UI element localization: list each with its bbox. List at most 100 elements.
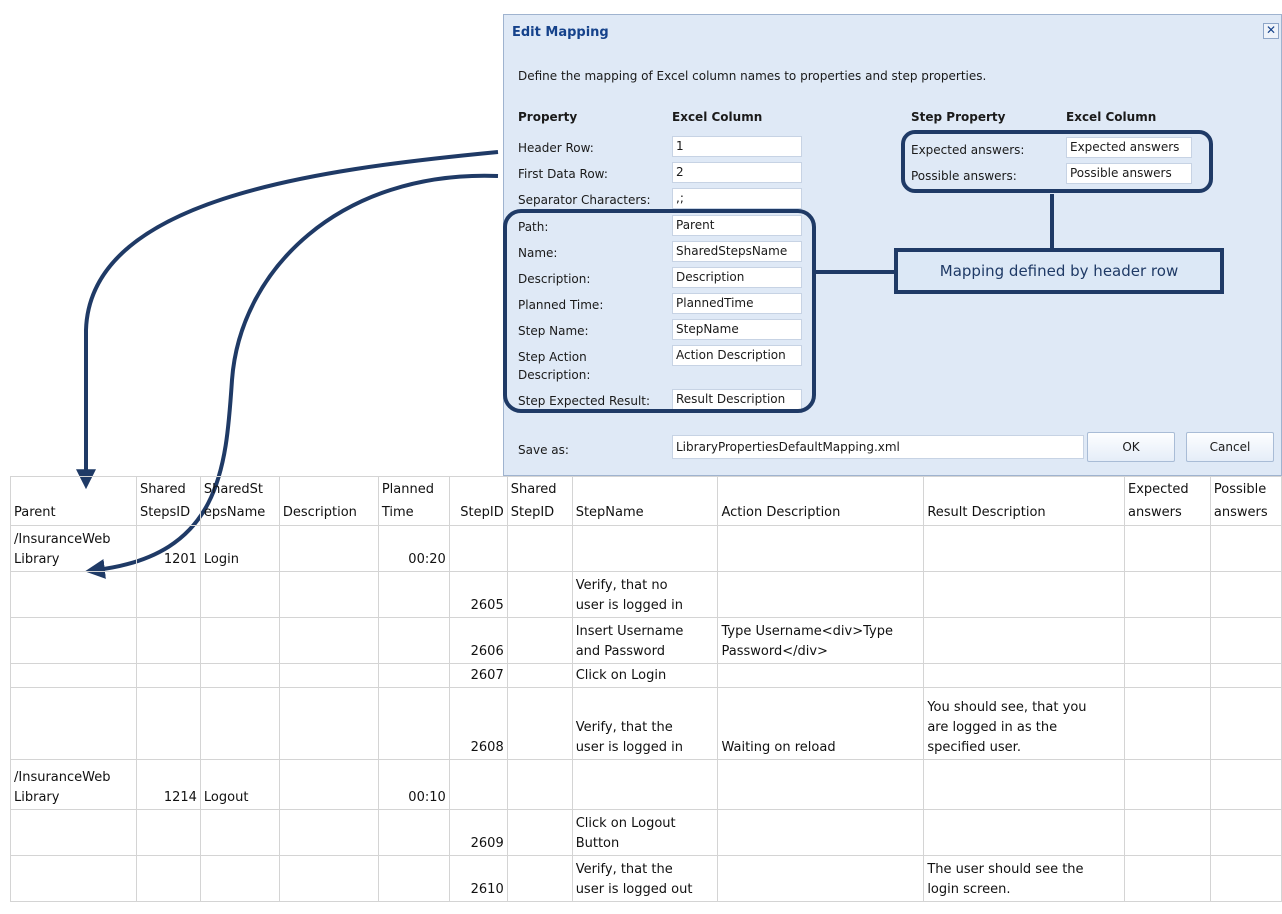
table-cell[interactable]: Type Username<div>Type Password</div> <box>717 617 925 664</box>
table-cell[interactable] <box>1123 571 1211 618</box>
table-cell[interactable]: Verify, that the user is logged in <box>571 687 719 760</box>
table-cell[interactable]: 00:10 <box>377 759 450 810</box>
table-cell[interactable] <box>377 687 450 760</box>
table-cell[interactable] <box>1123 617 1211 664</box>
table-cell[interactable]: /InsuranceWeb Library <box>10 759 137 810</box>
table-cell[interactable] <box>1209 571 1282 618</box>
table-cell[interactable] <box>571 525 719 572</box>
table-cell[interactable]: Verify, that no user is logged in <box>571 571 719 618</box>
table-cell[interactable]: 00:20 <box>377 525 450 572</box>
table-cell[interactable] <box>278 663 379 688</box>
table-cell[interactable] <box>278 687 379 760</box>
table-cell[interactable] <box>717 525 925 572</box>
sheet-header-row: Parent Shared StepsID SharedSt epsName D… <box>10 476 1282 526</box>
table-cell[interactable] <box>1123 687 1211 760</box>
table-cell[interactable] <box>199 855 280 902</box>
table-cell[interactable] <box>717 571 925 618</box>
table-cell[interactable] <box>923 809 1125 856</box>
table-cell[interactable] <box>10 809 137 856</box>
table-cell[interactable] <box>506 809 573 856</box>
excel-sheet: Parent Shared StepsID SharedSt epsName D… <box>10 476 1282 902</box>
table-cell[interactable] <box>278 809 379 856</box>
table-cell[interactable]: Login <box>199 525 280 572</box>
table-cell[interactable]: 2608 <box>448 687 508 760</box>
table-cell[interactable] <box>199 663 280 688</box>
table-cell[interactable] <box>923 525 1125 572</box>
table-cell[interactable]: Verify, that the user is logged out <box>571 855 719 902</box>
table-cell[interactable] <box>135 571 201 618</box>
header-shared-steps-name: SharedSt epsName <box>199 476 280 526</box>
table-cell[interactable] <box>1209 687 1282 760</box>
table-cell[interactable] <box>10 571 137 618</box>
table-cell[interactable] <box>199 809 280 856</box>
table-cell[interactable] <box>506 571 573 618</box>
table-cell[interactable] <box>199 687 280 760</box>
table-cell[interactable] <box>377 617 450 664</box>
table-cell[interactable]: 2610 <box>448 855 508 902</box>
table-cell[interactable] <box>1123 809 1211 856</box>
table-cell[interactable]: Logout <box>199 759 280 810</box>
table-cell[interactable]: 1214 <box>135 759 201 810</box>
table-cell[interactable]: 2606 <box>448 617 508 664</box>
table-cell[interactable] <box>135 809 201 856</box>
table-cell[interactable] <box>10 855 137 902</box>
table-cell[interactable] <box>571 759 719 810</box>
table-cell[interactable] <box>923 571 1125 618</box>
table-cell[interactable] <box>10 663 137 688</box>
table-cell[interactable] <box>199 617 280 664</box>
table-cell[interactable] <box>135 687 201 760</box>
table-cell[interactable] <box>1123 855 1211 902</box>
table-cell[interactable] <box>717 663 925 688</box>
table-cell[interactable]: Insert Username and Password <box>571 617 719 664</box>
table-cell[interactable]: You should see, that you are logged in a… <box>923 687 1125 760</box>
table-cell[interactable] <box>717 809 925 856</box>
table-cell[interactable]: 1201 <box>135 525 201 572</box>
table-cell[interactable] <box>923 759 1125 810</box>
table-cell[interactable]: 2607 <box>448 663 508 688</box>
header-shared-steps-id: Shared StepsID <box>135 476 201 526</box>
table-cell[interactable] <box>1123 663 1211 688</box>
table-cell[interactable] <box>506 617 573 664</box>
table-cell[interactable] <box>1209 663 1282 688</box>
table-cell[interactable] <box>199 571 280 618</box>
table-cell[interactable] <box>1209 759 1282 810</box>
table-cell[interactable] <box>10 687 137 760</box>
table-cell[interactable] <box>923 663 1125 688</box>
table-cell[interactable] <box>1209 525 1282 572</box>
table-cell[interactable] <box>135 617 201 664</box>
table-cell[interactable] <box>1209 809 1282 856</box>
table-cell[interactable] <box>506 855 573 902</box>
table-cell[interactable]: 2605 <box>448 571 508 618</box>
table-cell[interactable] <box>278 571 379 618</box>
table-cell[interactable] <box>1209 617 1282 664</box>
table-cell[interactable] <box>377 663 450 688</box>
table-cell[interactable] <box>278 617 379 664</box>
table-cell[interactable] <box>717 855 925 902</box>
table-cell[interactable]: /InsuranceWeb Library <box>10 525 137 572</box>
table-cell[interactable] <box>278 525 379 572</box>
table-cell[interactable] <box>506 525 573 572</box>
table-cell[interactable]: Waiting on reload <box>717 687 925 760</box>
table-cell[interactable] <box>135 663 201 688</box>
table-cell[interactable] <box>448 759 508 810</box>
table-cell[interactable]: 2609 <box>448 809 508 856</box>
table-cell[interactable] <box>1209 855 1282 902</box>
table-cell[interactable]: Click on Login <box>571 663 719 688</box>
table-cell[interactable] <box>448 525 508 572</box>
table-cell[interactable] <box>377 571 450 618</box>
table-cell[interactable]: The user should see the login screen. <box>923 855 1125 902</box>
table-cell[interactable] <box>278 759 379 810</box>
table-cell[interactable]: Click on Logout Button <box>571 809 719 856</box>
table-cell[interactable] <box>717 759 925 810</box>
table-cell[interactable] <box>377 855 450 902</box>
table-cell[interactable] <box>135 855 201 902</box>
table-cell[interactable] <box>923 617 1125 664</box>
table-cell[interactable] <box>506 759 573 810</box>
table-cell[interactable] <box>506 687 573 760</box>
table-cell[interactable] <box>278 855 379 902</box>
table-cell[interactable] <box>377 809 450 856</box>
table-cell[interactable] <box>1123 759 1211 810</box>
table-cell[interactable] <box>10 617 137 664</box>
table-cell[interactable] <box>506 663 573 688</box>
table-cell[interactable] <box>1123 525 1211 572</box>
